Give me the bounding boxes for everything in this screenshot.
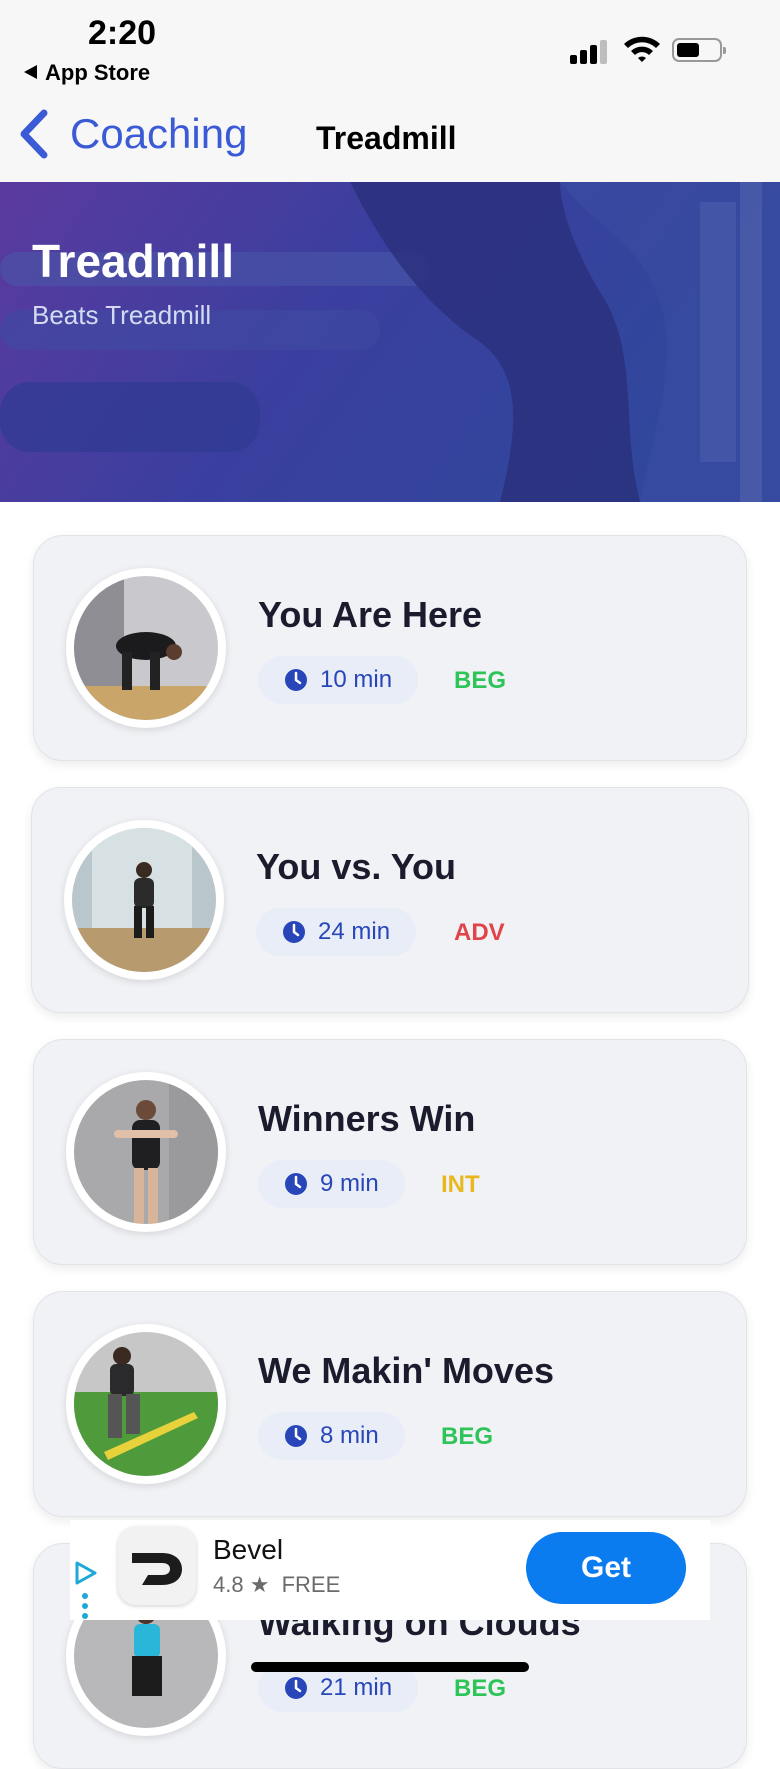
workout-title: We Makin' Moves <box>258 1350 554 1391</box>
hero-title: Treadmill <box>32 235 234 287</box>
duration-text: 10 min <box>320 666 393 693</box>
ad-app-name: Bevel <box>213 1534 284 1565</box>
battery-icon <box>672 38 726 62</box>
ad-more-icon[interactable] <box>82 1592 88 1620</box>
duration-text: 9 min <box>320 1170 379 1197</box>
workout-title: You Are Here <box>258 594 483 635</box>
star-icon: ★ <box>249 1572 270 1597</box>
workout-thumbnail <box>66 1324 226 1484</box>
workout-title: You vs. You <box>256 846 457 887</box>
workout-card[interactable]: Winners Win 9 min INT <box>33 1039 747 1265</box>
ad-app-icon <box>118 1527 196 1605</box>
duration-pill: 9 min <box>258 1160 405 1208</box>
duration-text: 8 min <box>320 1422 379 1449</box>
back-triangle-icon <box>24 65 37 79</box>
hero-background-image <box>0 182 780 502</box>
hero-banner: Treadmill Beats Treadmill <box>0 182 780 502</box>
home-indicator[interactable] <box>251 1662 529 1672</box>
workout-title: Winners Win <box>258 1098 476 1139</box>
level-badge: BEG <box>441 1423 494 1450</box>
clock-icon <box>283 921 305 943</box>
workout-card[interactable]: You Are Here 10 min BEG <box>33 535 747 761</box>
duration-text: 24 min <box>318 918 391 945</box>
navigation-bar: Coaching Treadmill <box>0 95 780 182</box>
back-to-app-store[interactable]: App Store <box>24 60 150 86</box>
workout-thumbnail <box>66 568 226 728</box>
hero-subtitle: Beats Treadmill <box>32 300 212 330</box>
ad-app-meta: 4.8 ★ FREE <box>213 1572 340 1598</box>
duration-text: 21 min <box>320 1674 393 1701</box>
nav-title: Treadmill <box>316 120 457 156</box>
workout-thumbnail <box>66 1072 226 1232</box>
workout-card[interactable]: We Makin' Moves 8 min BEG <box>33 1291 747 1517</box>
back-button[interactable]: Coaching <box>16 109 247 159</box>
chevron-left-icon <box>20 109 48 159</box>
wifi-icon <box>624 36 660 62</box>
duration-pill: 8 min <box>258 1412 405 1460</box>
level-badge: BEG <box>454 667 507 694</box>
back-app-label: App Store <box>45 60 151 85</box>
ad-rating: 4.8 <box>213 1572 244 1597</box>
clock-icon <box>285 1173 307 1195</box>
level-badge: ADV <box>454 919 505 946</box>
back-button-label: Coaching <box>70 110 248 157</box>
clock-icon <box>285 1425 307 1447</box>
clock-icon <box>285 669 307 691</box>
level-badge: INT <box>441 1171 480 1198</box>
workout-thumbnail <box>64 820 224 980</box>
ad-price: FREE <box>281 1572 341 1597</box>
duration-pill: 10 min <box>258 656 419 704</box>
status-bar: 2:20 App Store <box>0 0 780 95</box>
cellular-signal-icon <box>570 38 610 64</box>
status-time: 2:20 <box>88 14 157 52</box>
clock-icon <box>285 1677 307 1699</box>
ad-get-button[interactable]: Get <box>526 1532 686 1604</box>
ad-choices-icon[interactable] <box>74 1560 98 1586</box>
level-badge: BEG <box>454 1675 507 1702</box>
ad-banner[interactable]: Bevel 4.8 ★ FREE Get <box>70 1520 710 1620</box>
workout-card[interactable]: You vs. You 24 min ADV <box>31 787 749 1013</box>
duration-pill: 24 min <box>256 908 417 956</box>
